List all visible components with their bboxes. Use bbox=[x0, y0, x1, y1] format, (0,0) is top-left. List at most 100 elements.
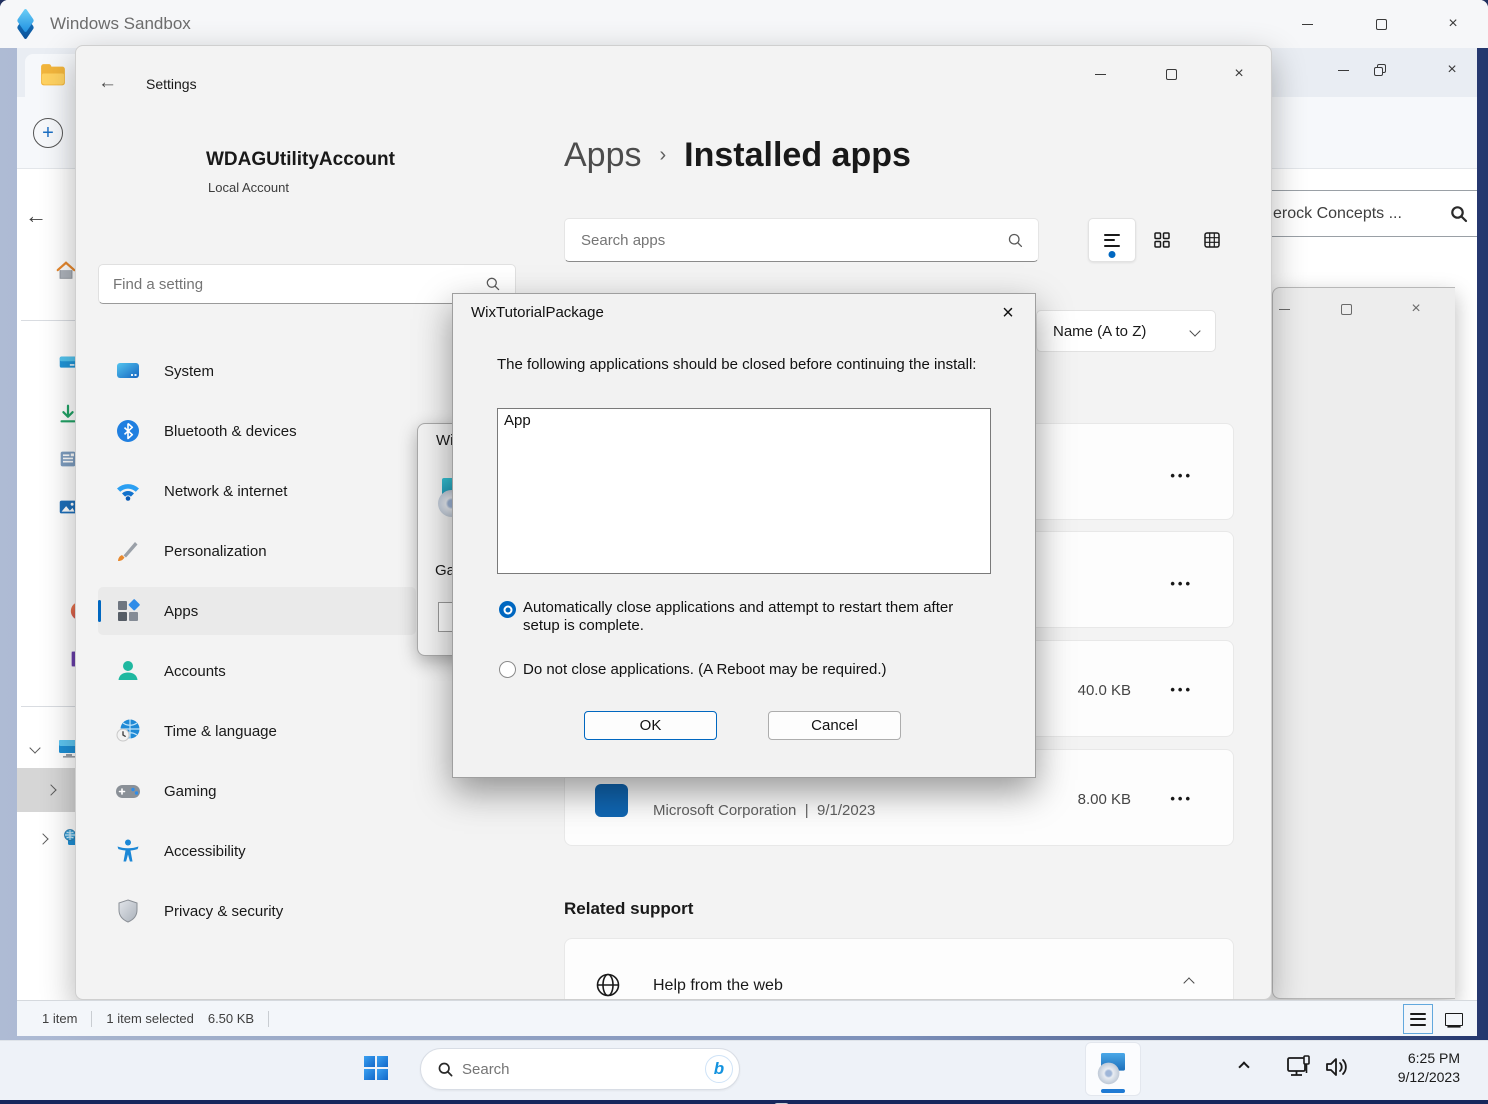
breadcrumb-separator: › bbox=[660, 144, 667, 167]
grid-view-icon bbox=[1153, 231, 1171, 249]
breadcrumb-apps[interactable]: Apps bbox=[564, 136, 642, 175]
app-row-4-more-button[interactable]: ••• bbox=[1170, 791, 1193, 806]
dialog-close-button[interactable]: × bbox=[995, 300, 1021, 326]
home-icon[interactable] bbox=[55, 260, 77, 282]
explorer-restore-button[interactable] bbox=[1369, 59, 1391, 81]
sandbox-close-button[interactable]: × bbox=[1442, 13, 1464, 35]
taskbar-search-input[interactable] bbox=[462, 1061, 652, 1078]
sandbox-minimize-button[interactable] bbox=[1296, 13, 1318, 35]
sidebar-item-accounts[interactable]: Accounts bbox=[98, 647, 416, 695]
settings-minimize-button[interactable] bbox=[1089, 63, 1111, 85]
status-divider bbox=[91, 1011, 92, 1027]
sidebar-item-apps[interactable]: Apps bbox=[98, 587, 416, 635]
chevron-down-icon bbox=[29, 742, 40, 753]
cancel-button-label: Cancel bbox=[811, 717, 858, 734]
settings-back-button[interactable]: ← bbox=[98, 72, 117, 94]
sandbox-window-title: Windows Sandbox bbox=[50, 14, 191, 34]
explorer-search-box[interactable] bbox=[1262, 190, 1477, 237]
wifi-icon bbox=[114, 477, 142, 505]
dialog-title: WixTutorialPackage bbox=[471, 304, 604, 321]
settings-close-button[interactable]: × bbox=[1228, 63, 1250, 85]
related-support-card[interactable]: Help from the web bbox=[564, 938, 1234, 1000]
new-item-button[interactable]: + bbox=[33, 118, 63, 148]
app-row-3-more-button[interactable]: ••• bbox=[1170, 682, 1193, 697]
sort-label: Name (A to Z) bbox=[1053, 323, 1146, 340]
brush-icon bbox=[114, 537, 142, 565]
table-view-button[interactable] bbox=[1188, 218, 1236, 262]
explorer-minimize-button[interactable] bbox=[1332, 59, 1354, 81]
task-view-button[interactable] bbox=[756, 1092, 796, 1104]
sidebar-item-this-pc[interactable] bbox=[31, 736, 81, 760]
sidebar-item-system[interactable]: System bbox=[98, 347, 416, 395]
sidebar-item-time-language[interactable]: Time & language bbox=[98, 707, 416, 755]
settings-window-title: Settings bbox=[146, 76, 197, 92]
bg-window-minimize-button[interactable] bbox=[1273, 298, 1295, 320]
bluetooth-icon bbox=[114, 417, 142, 445]
app-row-4-size: 8.00 KB bbox=[1078, 791, 1131, 808]
sort-dropdown[interactable]: Name (A to Z) bbox=[1036, 310, 1216, 352]
help-from-web-label: Help from the web bbox=[653, 977, 783, 995]
bg-window-maximize-button[interactable] bbox=[1335, 298, 1357, 320]
radio-selected-icon[interactable] bbox=[499, 601, 516, 618]
background-window: × bbox=[1272, 287, 1455, 999]
find-setting-input[interactable] bbox=[113, 276, 473, 293]
clock[interactable]: 6:25 PM 9/12/2023 bbox=[1360, 1049, 1460, 1087]
sidebar-item-label: Personalization bbox=[164, 543, 267, 560]
dialog-list-item-app[interactable]: App bbox=[504, 412, 531, 429]
settings-maximize-button[interactable] bbox=[1160, 63, 1182, 85]
accessibility-person-icon bbox=[114, 837, 142, 865]
sidebar-item-bluetooth[interactable]: Bluetooth & devices bbox=[98, 407, 416, 455]
tray-chevron-button[interactable] bbox=[1240, 1058, 1248, 1076]
sandbox-titlebar[interactable]: Windows Sandbox bbox=[0, 0, 1488, 48]
find-search-icon bbox=[485, 276, 501, 292]
app-row-4-divider: | bbox=[805, 802, 809, 819]
sidebar-item-accessibility[interactable]: Accessibility bbox=[98, 827, 416, 875]
volume-tray-button[interactable] bbox=[1322, 1052, 1352, 1087]
bg-window-close-button[interactable]: × bbox=[1405, 298, 1427, 320]
sidebar-item-gaming[interactable]: Gaming bbox=[98, 767, 416, 815]
start-button[interactable] bbox=[356, 1044, 396, 1092]
radio-no-close-option[interactable]: Do not close applications. (A Reboot may… bbox=[499, 661, 887, 679]
sandbox-taskbar-button-active[interactable] bbox=[1085, 1042, 1141, 1096]
ok-button[interactable]: OK bbox=[584, 711, 717, 740]
tray-time: 6:25 PM bbox=[1360, 1049, 1460, 1068]
radio-no-close-label: Do not close applications. (A Reboot may… bbox=[523, 661, 887, 679]
apps-icon bbox=[114, 597, 142, 625]
sidebar-item-privacy[interactable]: Privacy & security bbox=[98, 887, 416, 935]
sandbox-maximize-button[interactable] bbox=[1370, 13, 1392, 35]
grid-view-button[interactable] bbox=[1138, 218, 1186, 262]
thumbnail-view-button[interactable] bbox=[1439, 1004, 1469, 1034]
apps-search-input[interactable] bbox=[581, 232, 981, 249]
list-view-button[interactable] bbox=[1088, 218, 1136, 262]
bing-icon: b bbox=[705, 1055, 733, 1083]
explorer-status-bar: 1 item 1 item selected 6.50 KB bbox=[17, 1000, 1477, 1036]
explorer-search-input[interactable] bbox=[1273, 205, 1443, 223]
sidebar-item-label: System bbox=[164, 363, 214, 380]
taskbar-search-box[interactable]: b bbox=[420, 1048, 740, 1090]
app-row-1-more-button[interactable]: ••• bbox=[1170, 468, 1193, 483]
chevron-right-icon bbox=[45, 784, 56, 795]
app-row-4-publisher-line: Microsoft Corporation | 9/1/2023 bbox=[653, 802, 875, 819]
apps-search-box[interactable] bbox=[564, 218, 1039, 262]
chevron-up-icon bbox=[1238, 1061, 1249, 1072]
thumbnail-view-icon bbox=[1445, 1013, 1463, 1026]
back-button[interactable]: ← bbox=[25, 203, 47, 229]
sidebar-item-network[interactable]: Network & internet bbox=[98, 467, 416, 515]
network-tray-button[interactable] bbox=[1284, 1052, 1314, 1087]
sidebar-item-label: Bluetooth & devices bbox=[164, 423, 297, 440]
dialog-app-listbox[interactable]: App bbox=[497, 408, 991, 574]
radio-auto-close-option[interactable]: Automatically close applications and att… bbox=[499, 599, 999, 635]
chevron-right-icon-2 bbox=[37, 833, 48, 844]
sidebar-item-personalization[interactable]: Personalization bbox=[98, 527, 416, 575]
cancel-button[interactable]: Cancel bbox=[768, 711, 901, 740]
explorer-close-button[interactable]: × bbox=[1441, 59, 1463, 81]
taskbar bbox=[0, 1040, 1488, 1100]
details-view-button[interactable] bbox=[1403, 1004, 1433, 1034]
collapse-chevron-icon[interactable] bbox=[1183, 977, 1194, 988]
shield-icon bbox=[114, 897, 142, 925]
app-row-2-more-button[interactable]: ••• bbox=[1170, 576, 1193, 591]
radio-unselected-icon[interactable] bbox=[499, 661, 516, 678]
gamepad-icon bbox=[114, 777, 142, 805]
app-row-4-publisher: Microsoft Corporation bbox=[653, 802, 796, 819]
account-name: WDAGUtilityAccount bbox=[206, 149, 395, 171]
